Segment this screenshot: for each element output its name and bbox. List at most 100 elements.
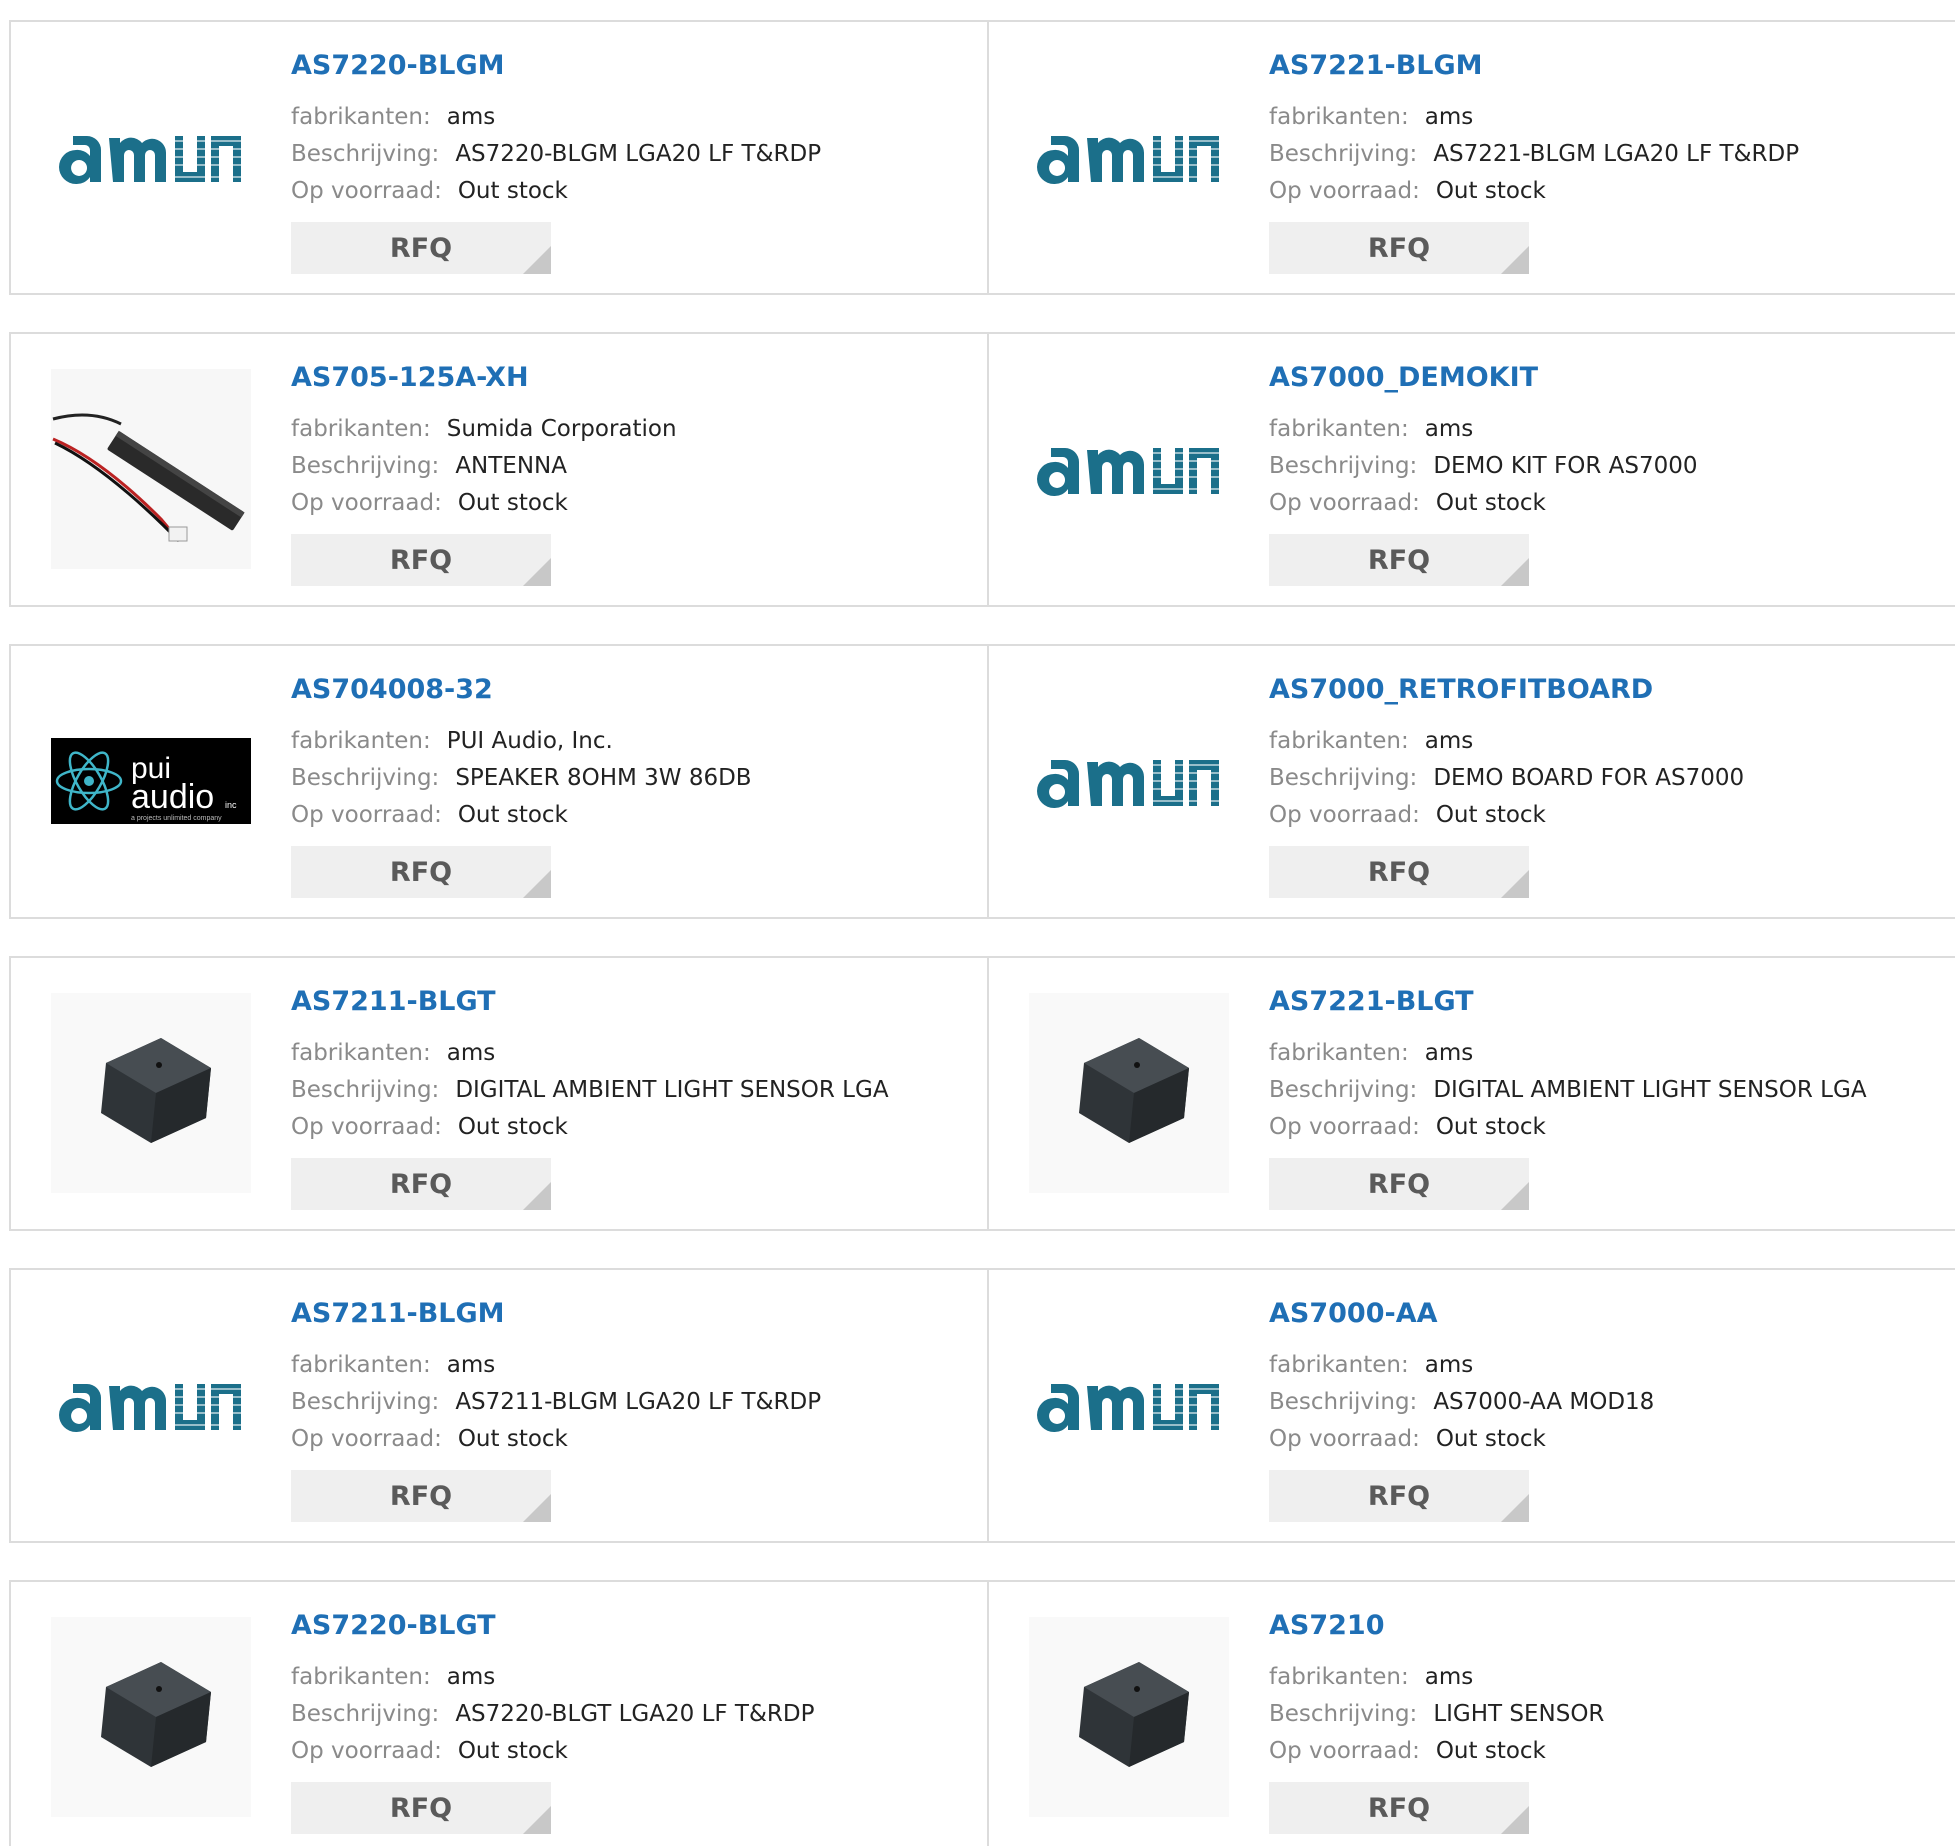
stock-line: Op voorraad: Out stock	[291, 176, 568, 206]
corner-fold-icon	[523, 1806, 551, 1834]
ams-logo-image[interactable]	[1029, 681, 1229, 881]
stock-line: Op voorraad: Out stock	[291, 1736, 568, 1766]
part-number-link[interactable]: AS704008-32	[291, 674, 493, 705]
manufacturer-value: ams	[1424, 1352, 1474, 1378]
manufacturer-label: fabrikanten:	[1269, 1664, 1409, 1690]
stock-label: Op voorraad:	[1269, 802, 1420, 828]
rfq-button[interactable]: RFQ	[291, 1158, 551, 1210]
part-number-link[interactable]: AS7221-BLGM	[1269, 50, 1483, 81]
manufacturer-line: fabrikanten: ams	[291, 1662, 495, 1692]
rfq-label: RFQ	[389, 232, 453, 264]
description-line: Beschrijving: DEMO KIT FOR AS7000	[1269, 451, 1698, 481]
product-card: AS7220-BLGT fabrikanten: ams Beschrijving…	[11, 1582, 989, 1846]
manufacturer-label: fabrikanten:	[291, 1352, 431, 1378]
product-photo[interactable]	[51, 993, 251, 1193]
product-card: AS7000_DEMOKIT fabrikanten: ams Beschrijv…	[989, 334, 1955, 605]
manufacturer-label: fabrikanten:	[1269, 1040, 1409, 1066]
rfq-button[interactable]: RFQ	[1269, 1782, 1529, 1834]
part-number-link[interactable]: AS705-125A-XH	[291, 362, 529, 393]
manufacturer-label: fabrikanten:	[291, 1040, 431, 1066]
manufacturer-line: fabrikanten: ams	[1269, 1038, 1473, 1068]
part-number-link[interactable]: AS7220-BLGT	[291, 1610, 496, 1641]
manufacturer-value: ams	[1424, 728, 1474, 754]
manufacturer-label: fabrikanten:	[291, 728, 431, 754]
rfq-button[interactable]: RFQ	[1269, 534, 1529, 586]
ams-logo-image[interactable]	[51, 57, 251, 257]
manufacturer-label: fabrikanten:	[1269, 1352, 1409, 1378]
manufacturer-line: fabrikanten: ams	[1269, 1350, 1473, 1380]
rfq-button[interactable]: RFQ	[291, 1470, 551, 1522]
stock-value: Out stock	[1435, 1114, 1546, 1140]
manufacturer-value: ams	[1424, 416, 1474, 442]
part-number-link[interactable]: AS7211-BLGM	[291, 1298, 505, 1329]
rfq-button[interactable]: RFQ	[1269, 1470, 1529, 1522]
rfq-label: RFQ	[389, 544, 453, 576]
rfq-label: RFQ	[1367, 1792, 1431, 1824]
corner-fold-icon	[1501, 1182, 1529, 1210]
description-value: SPEAKER 8OHM 3W 86DB	[455, 765, 752, 791]
rfq-label: RFQ	[389, 856, 453, 888]
description-label: Beschrijving:	[1269, 765, 1418, 791]
product-card: AS705-125A-XH fabrikanten: Sumida Corpora…	[11, 334, 989, 605]
rfq-button[interactable]: RFQ	[1269, 846, 1529, 898]
stock-line: Op voorraad: Out stock	[291, 488, 568, 518]
stock-label: Op voorraad:	[291, 178, 442, 204]
stock-value: Out stock	[457, 1426, 568, 1452]
stock-value: Out stock	[1435, 178, 1546, 204]
manufacturer-label: fabrikanten:	[1269, 104, 1409, 130]
manufacturer-value: Sumida Corporation	[446, 416, 677, 442]
description-line: Beschrijving: DIGITAL AMBIENT LIGHT SENSO…	[291, 1075, 889, 1105]
manufacturer-label: fabrikanten:	[291, 416, 431, 442]
description-label: Beschrijving:	[291, 1389, 440, 1415]
svg-text:a projects unlimited company: a projects unlimited company	[131, 815, 222, 822]
description-value: LIGHT SENSOR	[1433, 1701, 1605, 1727]
product-photo[interactable]	[51, 369, 251, 569]
ams-logo-image[interactable]	[1029, 369, 1229, 569]
part-number-link[interactable]: AS7211-BLGT	[291, 986, 496, 1017]
product-card: AS7221-BLGM fabrikanten: ams Beschrijving…	[989, 22, 1955, 293]
part-number-link[interactable]: AS7221-BLGT	[1269, 986, 1474, 1017]
product-photo[interactable]	[1029, 1617, 1229, 1817]
stock-line: Op voorraad: Out stock	[1269, 176, 1546, 206]
ams-logo-image[interactable]	[1029, 1305, 1229, 1505]
corner-fold-icon	[523, 558, 551, 586]
description-value: AS7221-BLGM LGA20 LF T&RDP	[1433, 141, 1800, 167]
rfq-button[interactable]: RFQ	[1269, 222, 1529, 274]
ams-logo-image[interactable]	[51, 1305, 251, 1505]
product-photo[interactable]	[1029, 993, 1229, 1193]
description-line: Beschrijving: LIGHT SENSOR	[1269, 1699, 1604, 1729]
product-photo[interactable]	[51, 1617, 251, 1817]
stock-value: Out stock	[1435, 1426, 1546, 1452]
manufacturer-value: ams	[1424, 1040, 1474, 1066]
manufacturer-line: fabrikanten: ams	[291, 1038, 495, 1068]
rfq-label: RFQ	[1367, 1480, 1431, 1512]
rfq-label: RFQ	[1367, 544, 1431, 576]
product-row: AS7220-BLGT fabrikanten: ams Beschrijving…	[9, 1580, 1955, 1846]
part-number-link[interactable]: AS7210	[1269, 1610, 1385, 1641]
manufacturer-label: fabrikanten:	[1269, 416, 1409, 442]
rfq-button[interactable]: RFQ	[291, 222, 551, 274]
stock-label: Op voorraad:	[291, 1738, 442, 1764]
part-number-link[interactable]: AS7220-BLGM	[291, 50, 505, 81]
pui-audio-logo-image[interactable]: pui audio inc a projects unlimited compa…	[51, 681, 251, 881]
rfq-button[interactable]: RFQ	[1269, 1158, 1529, 1210]
manufacturer-value: ams	[446, 1040, 496, 1066]
description-value: DIGITAL AMBIENT LIGHT SENSOR LGA	[455, 1077, 889, 1103]
stock-label: Op voorraad:	[291, 802, 442, 828]
corner-fold-icon	[523, 1182, 551, 1210]
description-value: AS7220-BLGT LGA20 LF T&RDP	[455, 1701, 815, 1727]
product-row: AS7211-BLGM fabrikanten: ams Beschrijving…	[9, 1268, 1955, 1543]
rfq-button[interactable]: RFQ	[291, 846, 551, 898]
part-number-link[interactable]: AS7000-AA	[1269, 1298, 1438, 1329]
description-line: Beschrijving: SPEAKER 8OHM 3W 86DB	[291, 763, 752, 793]
rfq-button[interactable]: RFQ	[291, 534, 551, 586]
corner-fold-icon	[523, 246, 551, 274]
part-number-link[interactable]: AS7000_DEMOKIT	[1269, 362, 1538, 393]
stock-value: Out stock	[457, 1738, 568, 1764]
ams-logo-image[interactable]	[1029, 57, 1229, 257]
part-number-link[interactable]: AS7000_RETROFITBOARD	[1269, 674, 1653, 705]
rfq-button[interactable]: RFQ	[291, 1782, 551, 1834]
corner-fold-icon	[523, 870, 551, 898]
stock-line: Op voorraad: Out stock	[1269, 800, 1546, 830]
corner-fold-icon	[1501, 246, 1529, 274]
